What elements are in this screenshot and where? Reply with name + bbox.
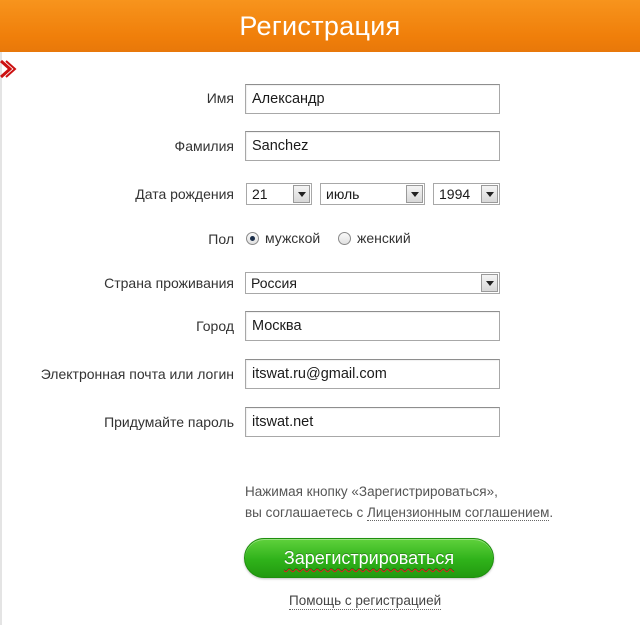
country-select[interactable]: Россия	[245, 272, 500, 294]
registration-help-link[interactable]: Помощь с регистрацией	[289, 592, 442, 610]
register-button[interactable]: Зарегистрироваться	[244, 538, 494, 578]
first-name-label: Имя	[206, 90, 234, 106]
register-button-label: Зарегистрироваться	[283, 548, 455, 568]
password-label: Придумайте пароль	[104, 414, 234, 430]
gender-label: Пол	[208, 231, 234, 247]
city-label: Город	[196, 318, 234, 334]
birth-day-value: 21	[252, 186, 268, 202]
first-name-input[interactable]: Александр	[245, 84, 500, 114]
gender-male-label[interactable]: мужской	[265, 230, 320, 246]
agreement-prefix: вы соглашаетесь с	[245, 505, 368, 520]
gender-female-label[interactable]: женский	[357, 230, 411, 246]
last-name-input[interactable]: Sanchez	[245, 131, 500, 161]
email-label: Электронная почта или логин	[40, 366, 234, 382]
page-header: Регистрация	[0, 0, 640, 52]
country-value: Россия	[251, 275, 297, 291]
bookmark-arrow-icon	[0, 59, 17, 79]
license-agreement-link[interactable]: Лицензионным соглашением	[367, 505, 550, 521]
chevron-down-icon[interactable]	[481, 185, 498, 203]
left-border	[0, 52, 2, 625]
gender-female-radio[interactable]	[338, 232, 351, 245]
agreement-suffix: .	[549, 505, 554, 520]
password-input[interactable]: itswat.net	[245, 407, 500, 437]
country-label: Страна проживания	[104, 275, 234, 291]
agreement-line-1: Нажимая кнопку «Зарегистрироваться»,	[245, 484, 498, 499]
birth-month-value: июль	[326, 186, 360, 202]
chevron-down-icon[interactable]	[481, 274, 498, 292]
chevron-down-icon[interactable]	[293, 185, 310, 203]
birth-day-select[interactable]: 21	[246, 183, 312, 205]
agreement-line-2: вы соглашаетесь с Лицензионным соглашени…	[245, 502, 625, 523]
gender-male-radio[interactable]	[246, 232, 259, 245]
birth-month-select[interactable]: июль	[320, 183, 425, 205]
birth-year-select[interactable]: 1994	[433, 183, 500, 205]
chevron-down-icon[interactable]	[406, 185, 423, 203]
agreement-text: Нажимая кнопку «Зарегистрироваться», вы …	[245, 481, 625, 523]
last-name-label: Фамилия	[174, 138, 234, 154]
birth-date-label: Дата рождения	[135, 186, 234, 202]
city-input[interactable]: Москва	[245, 311, 500, 341]
email-input[interactable]: itswat.ru@gmail.com	[245, 359, 500, 389]
birth-year-value: 1994	[439, 186, 471, 202]
page-title: Регистрация	[239, 11, 401, 41]
